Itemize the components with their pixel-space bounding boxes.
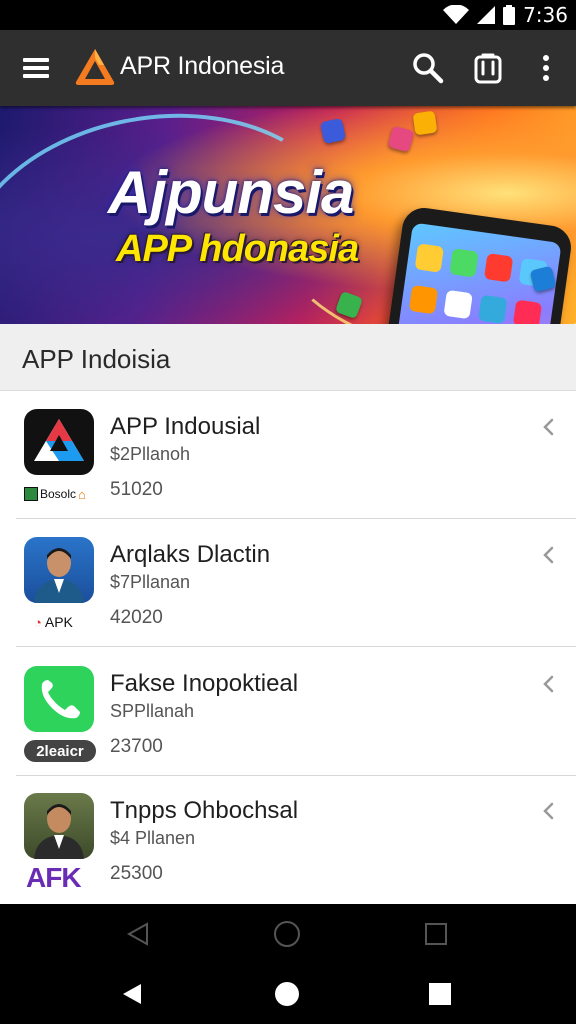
apk-logo-icon: ◔	[34, 614, 42, 630]
app-count: 42020	[110, 607, 163, 628]
app-list-item[interactable]: 2leaicr Fakse Inopoktieal SPPllanah 2370…	[0, 648, 576, 776]
back-icon	[123, 984, 141, 1004]
chevron-icon[interactable]	[538, 543, 558, 567]
app-logo	[75, 49, 115, 85]
app-badge: 2leaicr	[24, 740, 96, 762]
app-price: $7Pllanan	[110, 572, 191, 592]
app-price: $4 Pllanen	[110, 828, 196, 848]
app-badge: AFK	[24, 862, 96, 893]
app-count: 51020	[110, 479, 163, 500]
app-badge: ◔ APK	[24, 611, 96, 633]
app-list-item[interactable]: Bosolc ⌂ APP Indousial $2Pllanoh 51020	[0, 391, 576, 519]
badge-label: APK	[44, 614, 73, 630]
chevron-icon[interactable]	[538, 415, 558, 439]
cellular-icon	[477, 6, 496, 24]
chevron-icon[interactable]	[538, 799, 558, 823]
system-navigation-bar	[0, 904, 576, 1024]
banner-headline: Ajpunsia	[108, 159, 354, 226]
status-time: 7:36	[523, 3, 568, 27]
app-count: 23700	[110, 736, 163, 757]
phone-app-icon	[24, 666, 94, 732]
home-icon	[274, 921, 300, 947]
badge-icon	[24, 487, 38, 501]
recents-icon	[425, 923, 447, 945]
app-badge: Bosolc ⌂	[24, 483, 96, 505]
back-button[interactable]	[112, 974, 152, 1014]
chevron-icon[interactable]	[538, 672, 558, 696]
app-icon-portrait	[24, 793, 94, 859]
home-button[interactable]	[267, 974, 307, 1014]
app-icon	[24, 409, 94, 475]
app-list: Bosolc ⌂ APP Indousial $2Pllanoh 51020 ◔…	[0, 391, 576, 904]
app-price: $2Pllanoh	[110, 444, 191, 464]
app-title: Fakse Inopoktieal	[110, 670, 299, 697]
app-bar: APR Indonesia	[0, 30, 576, 106]
app-icon-portrait	[24, 537, 94, 603]
home-button-outline[interactable]	[267, 914, 307, 954]
divider	[16, 646, 576, 647]
share-icon	[474, 53, 502, 84]
back-icon	[126, 922, 148, 946]
banner-subheadline: APP hdonasia	[116, 228, 359, 270]
app-title: Arqlaks Dlactin	[110, 541, 271, 568]
status-bar: 7:36	[0, 0, 576, 30]
menu-button[interactable]	[18, 50, 54, 86]
wifi-icon	[443, 5, 470, 24]
search-button[interactable]	[410, 50, 446, 86]
more-vert-icon	[543, 55, 549, 81]
app-list-item[interactable]: ◔ APK Arqlaks Dlactin $7Pllanan 42020	[0, 519, 576, 647]
recents-icon	[429, 983, 451, 1005]
floating-app-icon	[319, 117, 347, 145]
badge-label: 2leaicr	[36, 742, 84, 760]
promo-banner[interactable]: Ajpunsia APP hdonasia	[0, 106, 576, 324]
home-badge-icon: ⌂	[78, 486, 86, 502]
badge-label: AFK	[26, 862, 82, 893]
floating-app-icon	[412, 110, 438, 136]
battery-icon	[503, 5, 516, 25]
menu-icon	[23, 58, 49, 78]
share-button[interactable]	[470, 50, 506, 86]
app-price: SPPllanah	[110, 701, 195, 721]
app-count: 25300	[110, 863, 163, 884]
search-icon	[413, 53, 444, 84]
back-button-outline[interactable]	[118, 914, 158, 954]
section-title: APP Indoisia	[22, 344, 171, 374]
recents-button[interactable]	[420, 974, 460, 1014]
app-title: APP Indousial	[110, 413, 261, 440]
app-title: Tnpps Ohbochsal	[110, 797, 299, 824]
more-options-button[interactable]	[530, 50, 562, 86]
section-header: APP Indoisia	[0, 324, 576, 391]
badge-label: Bosolc	[40, 487, 77, 501]
app-title: APR Indonesia	[120, 52, 285, 80]
app-list-item[interactable]: AFK Tnpps Ohbochsal $4 Pllanen 25300	[0, 775, 576, 903]
recents-button-outline[interactable]	[416, 914, 456, 954]
home-icon	[275, 982, 299, 1006]
